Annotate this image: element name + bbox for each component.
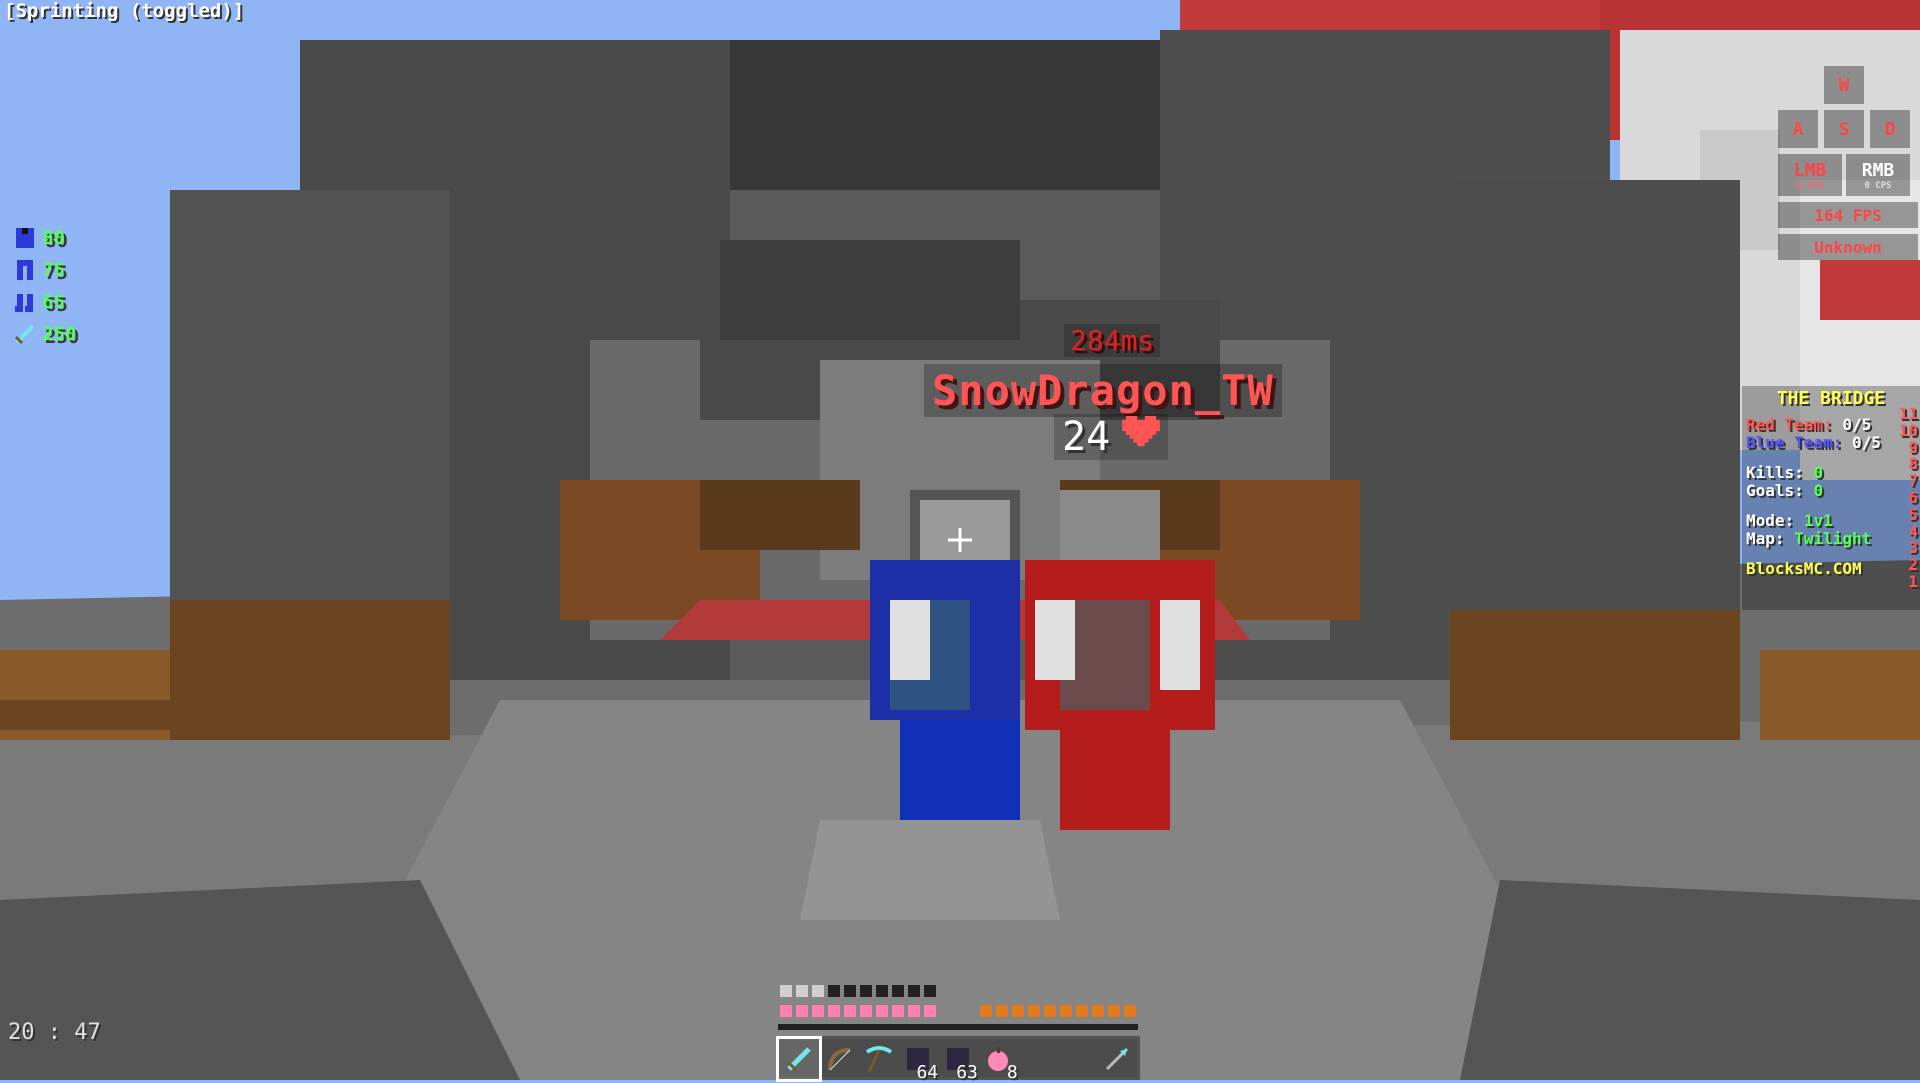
boots-value: 65	[42, 291, 65, 313]
hotbar-slot-4[interactable]: 64	[898, 1039, 938, 1083]
chestplate-icon	[12, 225, 38, 251]
fps-counter: 164 FPS	[1778, 202, 1918, 228]
goals-line: Goals: 0	[1746, 481, 1824, 500]
boots-icon	[12, 289, 38, 315]
scoreboard-line-numbers: 11 10 98 76 54 32 1	[1898, 404, 1918, 591]
armor-row-boots: 65	[12, 286, 76, 318]
hotbar-slot-8[interactable]	[1057, 1039, 1097, 1079]
hotbar-slot-5[interactable]: 63	[938, 1039, 978, 1083]
target-nametag: SnowDragon_TW	[924, 364, 1282, 417]
sword-value: 250	[42, 323, 77, 345]
server-address: BlocksMC.COM	[1746, 559, 1862, 578]
hunger-bar	[980, 1002, 1140, 1020]
key-rmb: RMB 0 CPS	[1846, 154, 1910, 196]
hotbar-slot-6[interactable]: 8	[978, 1039, 1018, 1083]
arrow-icon	[1106, 1047, 1129, 1071]
armor-points-icons	[780, 985, 936, 997]
sprint-status: [Sprinting (toggled)]	[4, 0, 245, 22]
target-ping: 284ms	[1064, 324, 1161, 357]
key-a: A	[1778, 110, 1818, 148]
armor-row-leggings: 75	[12, 254, 76, 286]
bow-icon	[827, 1048, 851, 1071]
clock: 20 : 47	[8, 1020, 101, 1045]
kills-line: Kills: 0	[1746, 463, 1824, 482]
heart-icons	[780, 1005, 936, 1017]
leggings-value: 75	[42, 259, 65, 281]
chestplate-value: 80	[42, 227, 65, 249]
hotbar-slot-7[interactable]	[1018, 1039, 1058, 1079]
red-team-line: Red Team: 0/5	[1746, 415, 1872, 434]
map-line: Map: Twilight	[1746, 529, 1872, 548]
armor-bar	[780, 982, 940, 1000]
hotbar[interactable]: 64 63 8	[776, 1036, 1140, 1083]
health-bar	[780, 1002, 940, 1020]
game-world	[0, 0, 1920, 1080]
key-lmb: LMB 0 CPS	[1778, 154, 1842, 196]
mode-line: Mode: 1v1	[1746, 511, 1833, 530]
hotbar-slot-1[interactable]	[776, 1036, 822, 1082]
diamond-sword-icon	[786, 1047, 811, 1072]
hotbar-slot-2[interactable]	[819, 1039, 859, 1079]
scoreboard: THE BRIDGE Red Team: 0/5 Blue Team: 0/5 …	[1742, 386, 1920, 610]
scoreboard-title: THE BRIDGE	[1776, 388, 1886, 409]
armor-durability-list: 80 75 65 250	[12, 222, 76, 350]
sword-icon	[12, 321, 38, 347]
key-d: D	[1870, 110, 1910, 148]
armor-row-chestplate: 80	[12, 222, 76, 254]
blue-team-line: Blue Team: 0/5	[1746, 433, 1881, 452]
server-label: Unknown	[1778, 234, 1918, 260]
key-s: S	[1824, 110, 1864, 148]
experience-bar	[778, 1024, 1138, 1030]
armor-row-sword: 250	[12, 318, 76, 350]
hotbar-slot-3[interactable]	[859, 1039, 899, 1079]
hotbar-slot-9[interactable]	[1097, 1039, 1137, 1079]
key-w: W	[1824, 66, 1864, 104]
target-health-value: 24	[1062, 414, 1111, 460]
leggings-icon	[12, 257, 38, 283]
target-health: 24	[1054, 414, 1169, 460]
hunger-icons	[980, 1005, 1136, 1017]
heart-icon	[1122, 414, 1161, 460]
diamond-pickaxe-icon	[866, 1046, 893, 1073]
